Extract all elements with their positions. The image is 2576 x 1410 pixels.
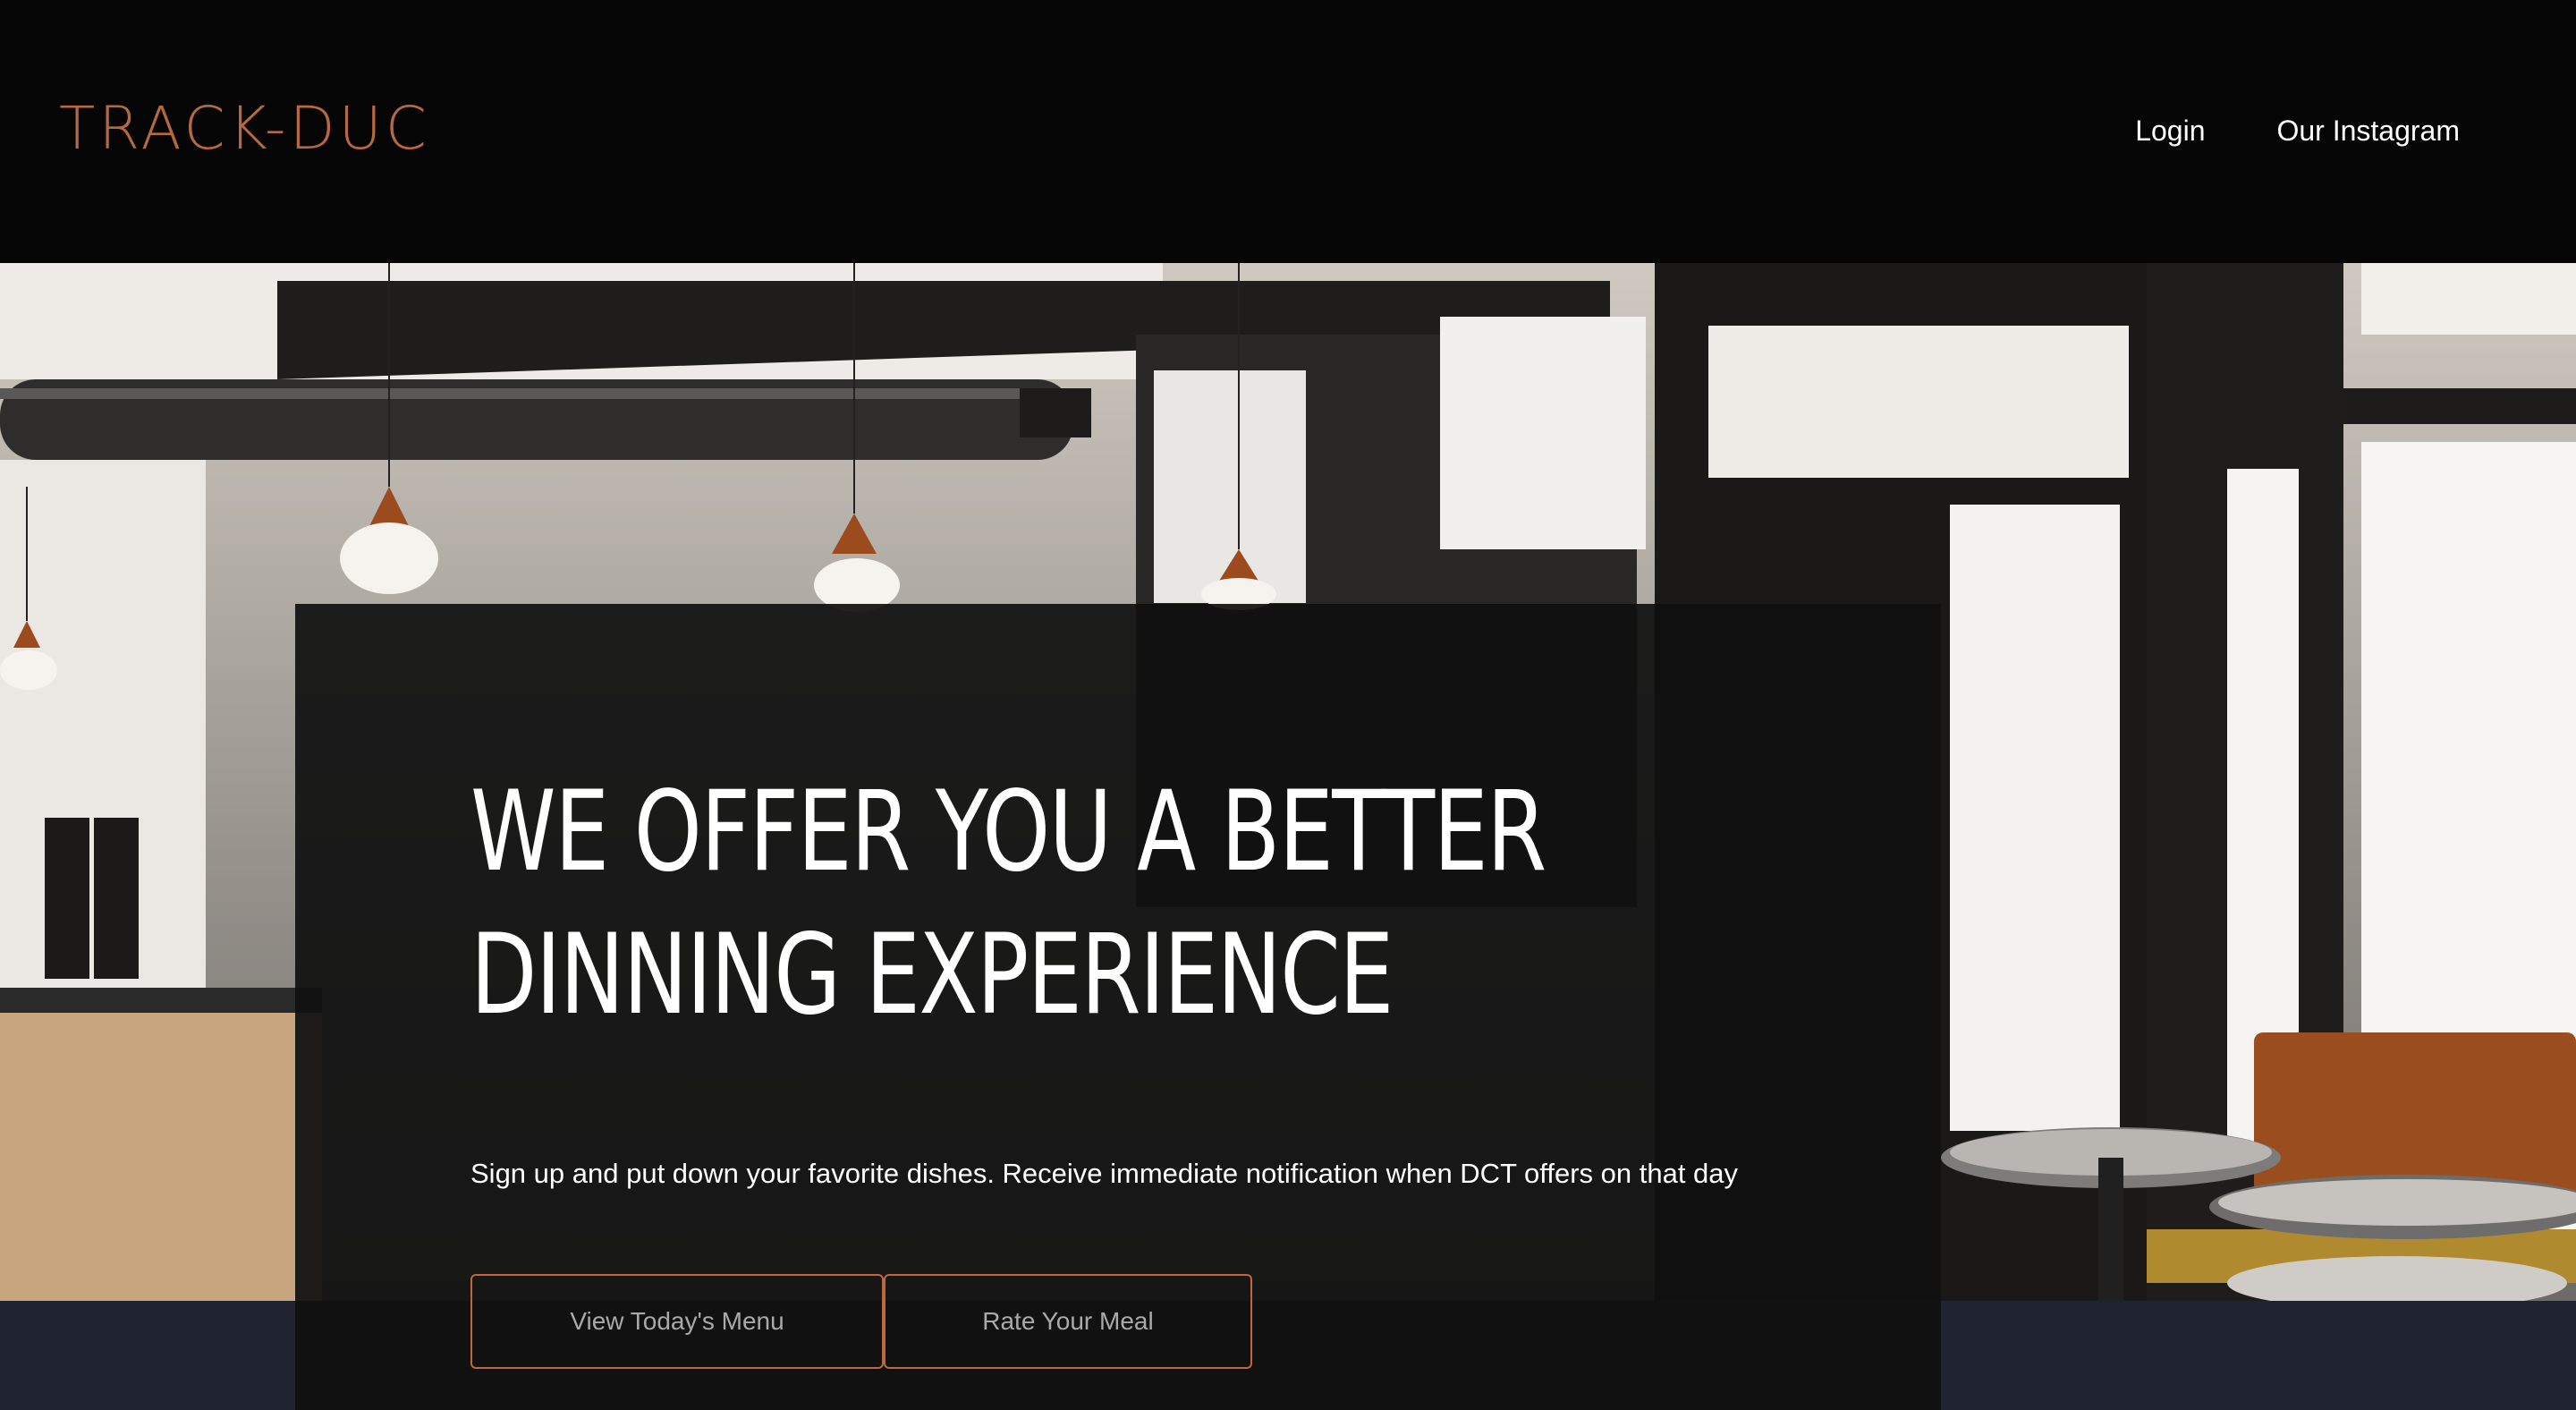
headline-line-1: WE OFFER YOU A BETTER xyxy=(470,768,1546,896)
view-menu-button[interactable]: View Today's Menu xyxy=(470,1274,884,1369)
main-nav: Login Our Instagram xyxy=(2135,104,2460,157)
instagram-link[interactable]: Our Instagram xyxy=(2276,104,2460,157)
hero-subtext: Sign up and put down your favorite dishe… xyxy=(470,1158,1739,1189)
landing-page: TRACK-DUC Login Our Instagram WE OFFER Y… xyxy=(0,0,2576,1410)
hero-headline: WE OFFER YOU A BETTER DINNING EXPERIENCE xyxy=(470,760,1546,1047)
rate-meal-button[interactable]: Rate Your Meal xyxy=(884,1274,1252,1369)
headline-line-2: DINNING EXPERIENCE xyxy=(470,911,1394,1040)
login-link[interactable]: Login xyxy=(2135,104,2205,157)
site-header: TRACK-DUC Login Our Instagram xyxy=(0,0,2576,263)
brand-logo[interactable]: TRACK-DUC xyxy=(59,93,430,165)
hero-buttons: View Today's Menu Rate Your Meal xyxy=(470,1274,1252,1369)
